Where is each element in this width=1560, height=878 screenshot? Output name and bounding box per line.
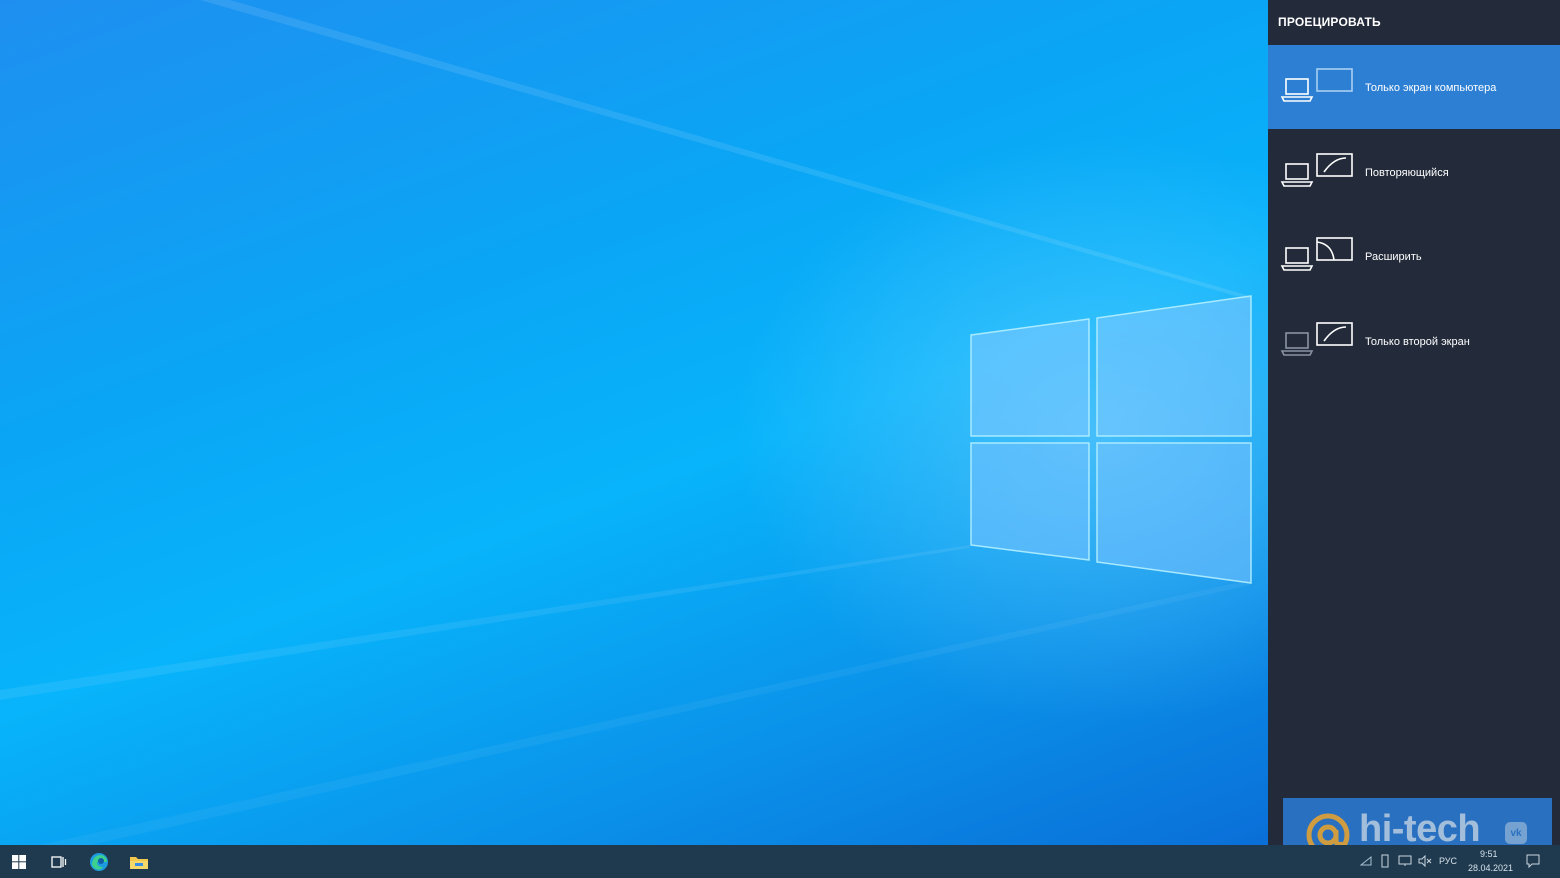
desktop-wallpaper [0,0,1268,845]
option-duplicate[interactable]: Повторяющийся [1268,130,1560,214]
start-button[interactable] [0,845,38,878]
option-pc-screen-only[interactable]: Только экран компьютера [1268,45,1560,129]
option-extend[interactable]: Расширить [1268,214,1560,298]
speaker-muted-icon[interactable] [1418,855,1432,867]
project-panel: ПРОЕЦИРОВАТЬ Только экран компьютера Пов… [1268,0,1560,845]
file-explorer-button[interactable] [120,845,158,878]
panel-title: ПРОЕЦИРОВАТЬ [1278,15,1381,29]
usb-icon[interactable] [1380,854,1390,868]
file-explorer-icon [130,856,148,869]
clock-date[interactable]: 28.04.2021 [1468,863,1513,873]
task-view-button[interactable] [40,845,78,878]
edge-button[interactable] [80,845,118,878]
option-second-screen-only[interactable]: Только второй экран [1268,299,1560,383]
option-label: Только второй экран [1365,336,1470,348]
option-label: Расширить [1365,251,1422,263]
windows-logo-wallpaper [0,0,1252,845]
clock-time[interactable]: 9:51 [1480,849,1498,859]
windows-start-icon [12,854,26,869]
option-label: Повторяющийся [1365,167,1449,179]
pc-screen-only-icon [1280,68,1353,102]
second-screen-only-icon [1280,322,1353,356]
action-center-icon[interactable] [1526,854,1540,868]
option-label: Только экран компьютера [1365,82,1497,94]
taskbar: РУС 9:51 28.04.2021 [0,845,1560,878]
network-icon[interactable] [1360,856,1372,866]
vk-badge: vk [1505,822,1527,844]
task-view-icon [51,855,67,868]
extend-icon [1280,237,1353,271]
duplicate-icon [1280,153,1353,187]
language-indicator[interactable]: РУС [1439,856,1457,866]
display-icon[interactable] [1398,855,1412,867]
edge-icon [90,852,108,871]
